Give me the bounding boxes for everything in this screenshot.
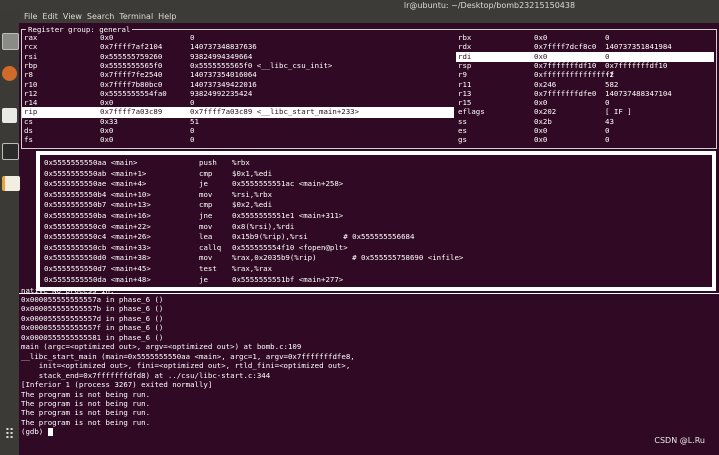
asm-address: 0x5555555550d0 <main+38> [44,253,151,263]
menu-bar: File Edit View Search Terminal Help [19,11,719,23]
asm-line: 0x5555555550b7 <main+13> cmp $0x2,%edi [44,200,704,210]
asm-operands: %rsi,%rbx [232,189,273,199]
asm-address: 0x5555555550c4 <main+26> [44,232,151,242]
console-line: init=<optimized out>, fini=<optimized ou… [21,361,351,371]
asm-opcode: mov [199,189,213,199]
asm-line: 0x5555555550ab <main+1> cmp $0x1,%edi [44,169,704,179]
asm-address: 0x5555555550ae <main+4> [44,179,147,189]
asm-operands: $0x1,%edi [232,168,273,178]
gdb-prompt[interactable]: (gdb) [21,427,53,437]
asm-address: 0x5555555550aa <main> [44,158,138,167]
asm-operands: 0x555555554f10 <fopen@plt> [232,242,348,252]
terminal-area[interactable]: Register group: general rax 0x0 0 rbx 0x0 0 rc… [19,23,719,455]
asm-operands: 0x5555555551ac <main+258> [232,179,344,189]
app-grid-icon[interactable]: ⠿ [2,428,17,443]
register-name: fs [24,135,33,145]
register-panel: Register group: general rax 0x0 0 rbx 0x0 0 rc… [21,25,717,149]
files-icon[interactable] [2,33,19,50]
asm-operands: %rbx [232,158,250,167]
register-value: 0 [605,135,610,145]
asm-line: 0x5555555550d7 <main+45> test %rax,%rax [44,264,704,274]
watermark: CSDN @L.Ru [654,436,705,445]
asm-line: 0x5555555550d0 <main+38> mov %rax,0x2035b9… [44,253,704,263]
asm-operands: 0x5555555551e1 <main+311> [232,211,344,220]
asm-opcode: mov [199,253,213,263]
menu-edit[interactable]: Edit [42,12,58,21]
menu-view[interactable]: View [63,12,82,21]
gdb-prompt-text: (gdb) [21,427,48,437]
asm-line: 0x5555555550c4 <main+26> lea 0x15b9(%rip),… [44,232,704,242]
asm-line: 0x5555555550b4 <main+10> mov %rsi,%rbx [44,190,704,200]
window-titlebar: lr@ubuntu: ~/Desktop/bomb23215150438 [0,0,719,11]
window-title: lr@ubuntu: ~/Desktop/bomb23215150438 [403,1,576,10]
console-line: The program is not being run. [21,417,151,427]
asm-line: 0x5555555550c0 <main+22> mov 0x8(%rsi),%rd… [44,222,704,232]
console-line: 0x0000555555555581 in phase_6 () [21,332,164,342]
asm-address: 0x5555555550da <main+48> [44,274,151,284]
menu-help[interactable]: Help [158,12,176,21]
register-row: fs 0x0 0 [22,135,454,145]
asm-opcode: jne [199,211,213,220]
asm-operands: %rax,0x2035b9(%rip) # 0x555555758690 <in… [232,253,464,263]
console-line: 0x000055555555557f in phase_6 () [21,323,164,333]
asm-address: 0x5555555550c0 <main+22> [44,221,151,231]
asm-line: 0x5555555550da <main+48> je 0x5555555551bf… [44,275,704,285]
asm-operands: 0x8(%rsi),%rdi [232,221,295,231]
terminal-cursor [47,428,53,437]
register-value: 0x0 [534,135,548,145]
launcher-dock: ⠿ [0,11,20,455]
menu-search[interactable]: Search [87,12,114,21]
asm-opcode: je [199,274,208,284]
asm-opcode: callq [199,242,222,252]
asm-opcode: cmp [199,200,213,210]
panel-divider [19,293,719,294]
console-line: The program is not being run. [21,408,151,418]
menu-file[interactable]: File [24,12,37,21]
asm-opcode: cmp [199,168,213,178]
console-line: main (argc=<optimized out>, argv=<optimi… [21,342,302,352]
console-line: The program is not being run. [21,389,151,399]
notes-icon[interactable] [2,176,20,191]
asm-line: 0x5555555550aa <main> push %rbx [44,158,704,168]
asm-address: 0x5555555550ba <main+16> [44,211,151,220]
menu-terminal[interactable]: Terminal [119,12,153,21]
asm-line: 0x5555555550ae <main+4> je 0x5555555551ac … [44,179,704,189]
asm-operands: %rax,%rax [232,264,273,273]
asm-line: 0x5555555550cb <main+33> callq 0x555555554… [44,243,704,253]
asm-address: 0x5555555550b4 <main+10> [44,189,151,199]
register-value: 0x0 [100,135,114,145]
register-row: gs 0x0 0 [456,135,714,145]
asm-address: 0x5555555550d7 <main+45> [44,264,151,273]
asm-operands: 0x5555555551bf <main+277> [232,274,344,284]
asm-address: 0x5555555550cb <main+33> [44,242,151,252]
asm-opcode: lea [199,232,213,242]
firefox-icon[interactable] [2,66,17,81]
asm-opcode: je [199,179,208,189]
text-editor-icon[interactable] [2,108,17,123]
register-value: 0 [190,135,195,145]
asm-opcode: test [199,264,217,273]
asm-opcode: mov [199,221,213,231]
console-line: [Inferior 1 (process 3267) exited normal… [21,380,213,390]
asm-operands: 0x15b9(%rip),%rsi # 0x555555556684 [232,232,415,242]
asm-opcode: push [199,158,217,167]
terminal-icon[interactable] [2,143,19,160]
console-line: __libc_start_main (main=0x5555555550aa <… [21,351,355,361]
console-line: stack_end=0x7fffffffdfd8) at ../csu/libc… [21,370,271,380]
assembly-panel: 0x5555555550aa <main> push %rbx 0x555555555… [36,151,716,291]
console-line: 0x000055555555557a in phase_6 () [21,295,164,304]
console-line: 0x000055555555557b in phase_6 () [21,304,164,314]
asm-address: 0x5555555550b7 <main+13> [44,200,151,210]
asm-operands: $0x2,%edi [232,200,273,210]
asm-line: 0x5555555550ba <main+16> jne 0x5555555551e… [44,211,704,221]
console-line: 0x000055555555557d in phase_6 () [21,313,164,323]
console-line: The program is not being run. [21,398,151,408]
register-name: gs [458,135,467,145]
asm-address: 0x5555555550ab <main+1> [44,168,147,178]
